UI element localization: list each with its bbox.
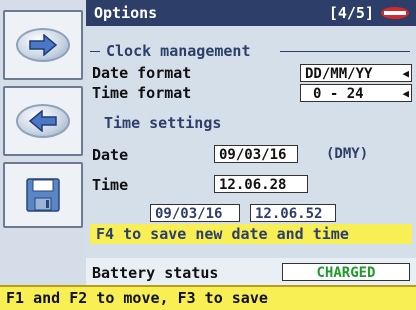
battery-row: Battery status CHARGED — [86, 258, 416, 285]
time-input[interactable]: 12.06.28 — [214, 175, 308, 193]
section-divider — [90, 51, 100, 52]
date-input[interactable]: 09/03/16 — [214, 145, 298, 163]
status-bar: F1 and F2 to move, F3 to save — [0, 285, 416, 310]
floppy-disk-icon — [26, 178, 60, 212]
date-format-hint: (DMY) — [326, 146, 369, 162]
next-button[interactable] — [3, 10, 83, 80]
arrow-right-icon — [29, 34, 58, 56]
settings-area: Clock management Date format DD/MM/YY ◀ … — [86, 26, 416, 258]
time-format-label: Time format — [92, 84, 192, 102]
back-button[interactable] — [3, 86, 83, 156]
current-date-display: 09/03/16 — [150, 204, 240, 222]
current-time-display: 12.06.52 — [250, 204, 336, 222]
page-indicator: [4/5] — [328, 4, 374, 22]
chevron-left-icon: ◀ — [402, 87, 409, 100]
time-format-value: 0 - 24 — [313, 86, 364, 102]
battery-status-value: CHARGED — [282, 263, 410, 281]
battery-label: Battery status — [92, 264, 219, 282]
chevron-left-icon: ◀ — [402, 67, 409, 80]
next-lens — [16, 28, 70, 62]
page-title: Options — [94, 4, 158, 22]
brand-logo-icon — [381, 7, 409, 19]
date-format-select[interactable]: DD/MM/YY ◀ — [300, 64, 412, 82]
sidebar — [0, 0, 86, 285]
date-format-value: DD/MM/YY — [305, 66, 373, 82]
arrow-left-icon — [28, 110, 57, 132]
time-label: Time — [92, 176, 129, 194]
back-lens — [16, 104, 70, 138]
save-button[interactable] — [3, 162, 83, 228]
save-hint-banner: F4 to save new date and time — [90, 224, 412, 244]
time-settings-title: Time settings — [104, 114, 222, 132]
options-panel: Options [4/5] Clock management Date form… — [86, 0, 416, 285]
date-label: Date — [92, 146, 129, 164]
title-bar: Options [4/5] — [86, 0, 416, 26]
clock-section-title: Clock management — [106, 42, 251, 60]
time-format-select[interactable]: 0 - 24 ◀ — [300, 84, 412, 102]
section-divider — [280, 51, 410, 52]
date-format-label: Date format — [92, 64, 192, 82]
